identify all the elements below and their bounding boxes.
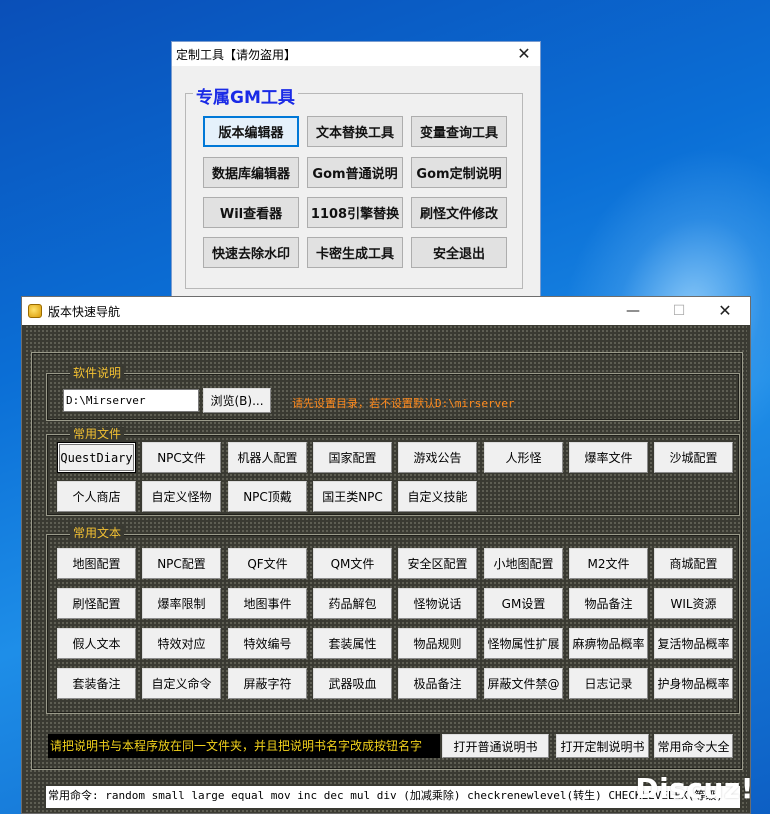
browse-button[interactable]: 浏览(B)... (203, 388, 271, 413)
gm-tools-title: 专属GM工具 (193, 83, 298, 108)
text-button-qm[interactable]: QM文件 (313, 548, 392, 579)
text-button-item-note[interactable]: 物品备注 (569, 588, 648, 619)
text-button-potion-unpack[interactable]: 药品解包 (313, 588, 392, 619)
text-button-qf[interactable]: QF文件 (228, 548, 307, 579)
minimize-icon[interactable]: — (610, 297, 656, 325)
text-button-log[interactable]: 日志记录 (569, 668, 648, 699)
title-bar: 版本快速导航 — ☐ ✕ (22, 297, 750, 325)
text-button-protect-rate[interactable]: 护身物品概率 (654, 668, 733, 699)
text-button-map[interactable]: 地图配置 (57, 548, 136, 579)
text-button-map-event[interactable]: 地图事件 (228, 588, 307, 619)
close-icon[interactable]: ✕ (702, 297, 748, 325)
gm-button-variable-query[interactable]: 变量查询工具 (411, 116, 507, 147)
file-button-shop[interactable]: 个人商店 (57, 481, 136, 512)
gm-button-remove-watermark[interactable]: 快速去除水印 (203, 237, 299, 268)
gm-button-version-editor[interactable]: 版本编辑器 (203, 116, 299, 147)
path-hint: 请先设置目录，若不设置默认D:\mirserver (292, 397, 515, 410)
text-button-drop-limit[interactable]: 爆率限制 (142, 588, 221, 619)
file-button-humanoid[interactable]: 人形怪 (484, 442, 563, 473)
window-title: 版本快速导航 (48, 304, 121, 319)
open-custom-manual-button[interactable]: 打开定制说明书 (556, 734, 649, 758)
text-button-weapon-drain[interactable]: 武器吸血 (313, 668, 392, 699)
text-button-block-file[interactable]: 屏蔽文件禁@ (484, 668, 563, 699)
text-button-revive-rate[interactable]: 复活物品概率 (654, 628, 733, 659)
text-button-minimap[interactable]: 小地图配置 (484, 548, 563, 579)
files-group-label: 常用文件 (70, 427, 125, 441)
text-button-wil-resource[interactable]: WIL资源 (654, 588, 733, 619)
gm-button-database-editor[interactable]: 数据库编辑器 (203, 157, 299, 188)
text-button-spawn[interactable]: 刷怪配置 (57, 588, 136, 619)
close-icon[interactable]: ✕ (514, 43, 534, 65)
text-button-safezone[interactable]: 安全区配置 (398, 548, 477, 579)
text-button-monster-attr-ext[interactable]: 怪物属性扩展 (484, 628, 563, 659)
gm-button-gom-normal-doc[interactable]: Gom普通说明 (307, 157, 403, 188)
text-button-fake-player[interactable]: 假人文本 (57, 628, 136, 659)
texts-group-label: 常用文本 (70, 526, 125, 540)
command-list-button[interactable]: 常用命令大全 (654, 734, 733, 758)
file-button-npc-title[interactable]: NPC顶戴 (228, 481, 307, 512)
gm-button-safe-exit[interactable]: 安全退出 (411, 237, 507, 268)
file-button-notice[interactable]: 游戏公告 (398, 442, 477, 473)
gm-button-wil-viewer[interactable]: Wil查看器 (203, 197, 299, 228)
text-button-item-rules[interactable]: 物品规则 (398, 628, 477, 659)
window-title: 定制工具【请勿盗用】 (176, 47, 297, 62)
open-normal-manual-button[interactable]: 打开普通说明书 (442, 734, 549, 758)
gm-button-card-key[interactable]: 卡密生成工具 (307, 237, 403, 268)
text-button-npc[interactable]: NPC配置 (142, 548, 221, 579)
title-bar: 定制工具【请勿盗用】 ✕ (172, 42, 540, 66)
file-button-drop-rate[interactable]: 爆率文件 (569, 442, 648, 473)
file-button-custom-skill[interactable]: 自定义技能 (398, 481, 477, 512)
gm-button-gom-custom-doc[interactable]: Gom定制说明 (411, 157, 507, 188)
text-button-mall[interactable]: 商城配置 (654, 548, 733, 579)
software-group-label: 软件说明 (70, 366, 125, 380)
text-button-effect-id[interactable]: 特效编号 (228, 628, 307, 659)
text-button-effect-map[interactable]: 特效对应 (142, 628, 221, 659)
text-button-rare-note[interactable]: 极品备注 (398, 668, 477, 699)
text-button-custom-cmd[interactable]: 自定义命令 (142, 668, 221, 699)
file-button-custom-monster[interactable]: 自定义怪物 (142, 481, 221, 512)
file-button-castle[interactable]: 沙城配置 (654, 442, 733, 473)
text-button-gm-setting[interactable]: GM设置 (484, 588, 563, 619)
app-icon (28, 304, 42, 318)
file-button-npc[interactable]: NPC文件 (142, 442, 221, 473)
manual-notice: 请把说明书与本程序放在同一文件夹，并且把说明书名字改成按钮名字 (48, 734, 440, 758)
text-button-monster-say[interactable]: 怪物说话 (398, 588, 477, 619)
file-button-questdiary[interactable]: QuestDiary (57, 442, 136, 473)
path-input[interactable]: D:\Mirserver (63, 389, 199, 412)
text-button-block-chars[interactable]: 屏蔽字符 (228, 668, 307, 699)
file-button-robot[interactable]: 机器人配置 (228, 442, 307, 473)
text-button-paralysis-rate[interactable]: 麻痹物品概率 (569, 628, 648, 659)
site-watermark: Discuz! (635, 772, 754, 805)
text-button-set-attr[interactable]: 套装属性 (313, 628, 392, 659)
maximize-icon[interactable]: ☐ (656, 297, 702, 325)
file-button-king-npc[interactable]: 国王类NPC (313, 481, 392, 512)
gm-button-text-replace[interactable]: 文本替换工具 (307, 116, 403, 147)
gm-button-engine-replace[interactable]: 1108引擎替换 (307, 197, 403, 228)
file-button-nation[interactable]: 国家配置 (313, 442, 392, 473)
text-button-m2[interactable]: M2文件 (569, 548, 648, 579)
gm-button-spawn-file[interactable]: 刷怪文件修改 (411, 197, 507, 228)
text-button-set-note[interactable]: 套装备注 (57, 668, 136, 699)
